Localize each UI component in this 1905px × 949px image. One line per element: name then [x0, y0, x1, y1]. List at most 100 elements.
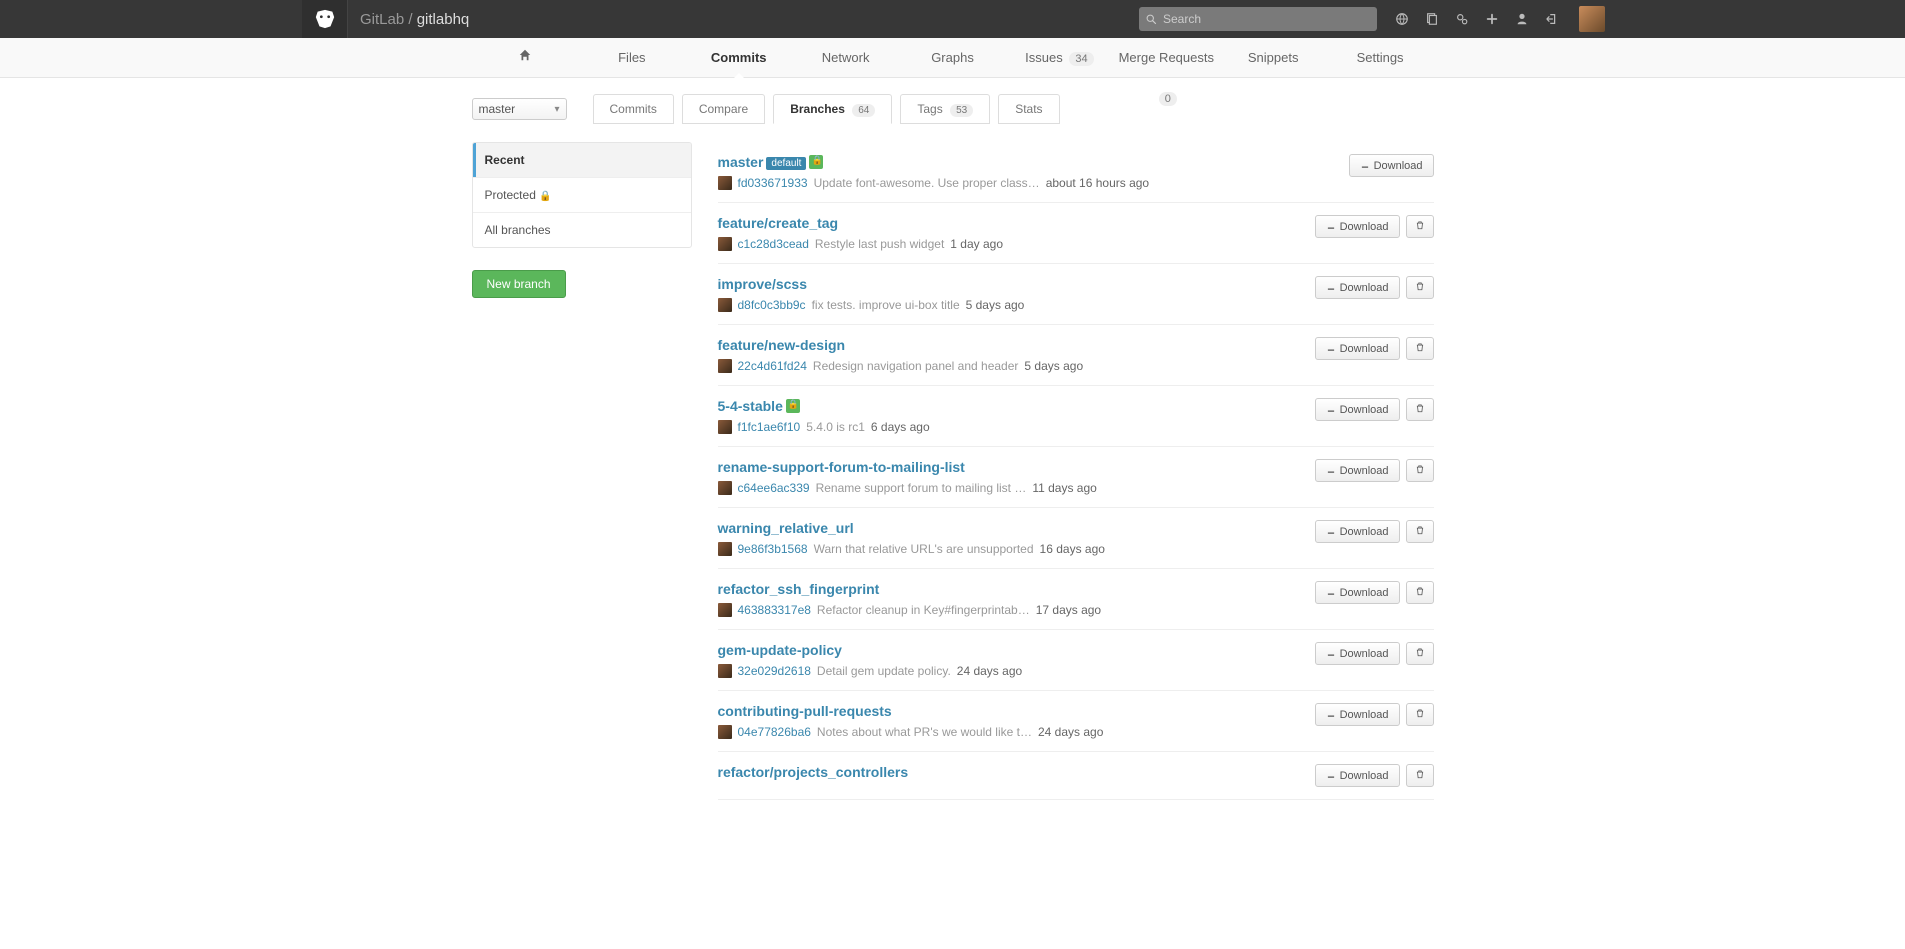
- download-button[interactable]: Download: [1315, 215, 1400, 238]
- branch-row: rename-support-forum-to-mailing-list c64e…: [718, 447, 1434, 508]
- commit-time: 5 days ago: [966, 298, 1025, 312]
- commit-avatar: [718, 664, 732, 678]
- nav-network[interactable]: Network: [792, 38, 899, 78]
- branch-row: feature/new-design 22c4d61fd24Redesign na…: [718, 325, 1434, 386]
- download-button[interactable]: Download: [1315, 764, 1400, 787]
- files-icon[interactable]: [1425, 12, 1439, 26]
- nav-files[interactable]: Files: [578, 38, 685, 78]
- trash-icon: [1415, 220, 1425, 233]
- commit-avatar: [718, 481, 732, 495]
- download-button[interactable]: Download: [1315, 459, 1400, 482]
- nav-merge-requests[interactable]: Merge Requests 0: [1113, 38, 1220, 78]
- commit-sha[interactable]: c64ee6ac339: [738, 481, 810, 495]
- delete-branch-button[interactable]: [1406, 398, 1434, 421]
- download-button[interactable]: Download: [1315, 276, 1400, 299]
- download-button[interactable]: Download: [1315, 398, 1400, 421]
- trash-icon: [1415, 769, 1425, 782]
- commit-time: 5 days ago: [1024, 359, 1083, 373]
- commit-time: 11 days ago: [1032, 481, 1097, 495]
- download-icon: [1360, 159, 1370, 172]
- commit-time: 16 days ago: [1040, 542, 1105, 556]
- search-input[interactable]: [1139, 7, 1377, 31]
- branch-name-link[interactable]: master: [718, 154, 764, 170]
- delete-branch-button[interactable]: [1406, 764, 1434, 787]
- commit-sha[interactable]: 04e77826ba6: [738, 725, 811, 739]
- nav-settings[interactable]: Settings: [1327, 38, 1434, 78]
- nav-graphs[interactable]: Graphs: [899, 38, 1006, 78]
- subtab-compare[interactable]: Compare: [682, 94, 765, 124]
- subtab-stats[interactable]: Stats: [998, 94, 1059, 124]
- commit-line: c64ee6ac339 Rename support forum to maili…: [718, 481, 1315, 495]
- delete-branch-button[interactable]: [1406, 215, 1434, 238]
- commit-message: 5.4.0 is rc1: [806, 420, 865, 434]
- branch-name-link[interactable]: gem-update-policy: [718, 642, 842, 658]
- branch-name-link[interactable]: refactor_ssh_fingerprint: [718, 581, 880, 597]
- nav-snippets[interactable]: Snippets: [1220, 38, 1327, 78]
- breadcrumb-project[interactable]: gitlabhq: [417, 11, 470, 28]
- user-icon[interactable]: [1515, 12, 1529, 26]
- branch-name-link[interactable]: improve/scss: [718, 276, 808, 292]
- globe-icon[interactable]: [1395, 12, 1409, 26]
- branch-select[interactable]: master: [472, 98, 567, 120]
- commit-sha[interactable]: 9e86f3b1568: [738, 542, 808, 556]
- subtab-branches[interactable]: Branches 64: [773, 94, 892, 124]
- download-button[interactable]: Download: [1315, 520, 1400, 543]
- commit-avatar: [718, 725, 732, 739]
- commit-sha[interactable]: c1c28d3cead: [738, 237, 809, 251]
- delete-branch-button[interactable]: [1406, 337, 1434, 360]
- subtab-tags[interactable]: Tags 53: [900, 94, 990, 124]
- download-button[interactable]: Download: [1315, 581, 1400, 604]
- delete-branch-button[interactable]: [1406, 703, 1434, 726]
- commit-line: f1fc1ae6f105.4.0 is rc16 days ago: [718, 420, 1315, 434]
- branch-name-link[interactable]: feature/new-design: [718, 337, 846, 353]
- top-header: GitLab / gitlabhq: [0, 0, 1905, 38]
- download-button[interactable]: Download: [1349, 154, 1434, 177]
- branch-name-link[interactable]: feature/create_tag: [718, 215, 839, 231]
- commit-line: 22c4d61fd24Redesign navigation panel and…: [718, 359, 1315, 373]
- branch-row: feature/create_tag c1c28d3ceadRestyle las…: [718, 203, 1434, 264]
- commit-sha[interactable]: 463883317e8: [738, 603, 811, 617]
- trash-icon: [1415, 281, 1425, 294]
- branch-name-link[interactable]: warning_relative_url: [718, 520, 854, 536]
- commit-line: c1c28d3ceadRestyle last push widget1 day…: [718, 237, 1315, 251]
- commit-message: fix tests. improve ui-box title: [812, 298, 960, 312]
- commit-sha[interactable]: fd033671933: [738, 176, 808, 190]
- commit-avatar: [718, 603, 732, 617]
- download-button[interactable]: Download: [1315, 337, 1400, 360]
- breadcrumb-org[interactable]: GitLab: [360, 11, 404, 28]
- plus-icon[interactable]: [1485, 12, 1499, 26]
- subtab-commits[interactable]: Commits: [593, 94, 674, 124]
- download-button[interactable]: Download: [1315, 703, 1400, 726]
- branch-name-link[interactable]: refactor/projects_controllers: [718, 764, 909, 780]
- download-button[interactable]: Download: [1315, 642, 1400, 665]
- nav-issues[interactable]: Issues 34: [1006, 38, 1113, 78]
- sidebar-item-recent[interactable]: Recent: [473, 143, 691, 177]
- delete-branch-button[interactable]: [1406, 276, 1434, 299]
- logo[interactable]: [302, 0, 348, 38]
- delete-branch-button[interactable]: [1406, 459, 1434, 482]
- commit-sha[interactable]: f1fc1ae6f10: [738, 420, 801, 434]
- gears-icon[interactable]: [1455, 12, 1469, 26]
- delete-branch-button[interactable]: [1406, 520, 1434, 543]
- branch-name-link[interactable]: rename-support-forum-to-mailing-list: [718, 459, 965, 475]
- commit-message: Warn that relative URL's are unsupported: [814, 542, 1034, 556]
- commit-sha[interactable]: 32e029d2618: [738, 664, 811, 678]
- sidebar-item-all[interactable]: All branches: [473, 212, 691, 247]
- nav-home[interactable]: [472, 38, 579, 78]
- commit-sha[interactable]: d8fc0c3bb9c: [738, 298, 806, 312]
- commit-message: Rename support forum to mailing list …: [816, 481, 1027, 495]
- commit-sha[interactable]: 22c4d61fd24: [738, 359, 807, 373]
- nav-commits[interactable]: Commits: [685, 38, 792, 78]
- logout-icon[interactable]: [1545, 12, 1559, 26]
- user-avatar[interactable]: [1579, 6, 1605, 32]
- commit-avatar: [718, 176, 732, 190]
- new-branch-button[interactable]: New branch: [472, 270, 566, 298]
- sidebar-item-protected[interactable]: Protected 🔒: [473, 177, 691, 212]
- commit-message: Refactor cleanup in Key#fingerprintab…: [817, 603, 1030, 617]
- branch-row: refactor/projects_controllers Download: [718, 752, 1434, 800]
- delete-branch-button[interactable]: [1406, 581, 1434, 604]
- commit-line: 9e86f3b1568 Warn that relative URL's are …: [718, 542, 1315, 556]
- delete-branch-button[interactable]: [1406, 642, 1434, 665]
- branch-name-link[interactable]: contributing-pull-requests: [718, 703, 892, 719]
- branch-name-link[interactable]: 5-4-stable: [718, 398, 783, 414]
